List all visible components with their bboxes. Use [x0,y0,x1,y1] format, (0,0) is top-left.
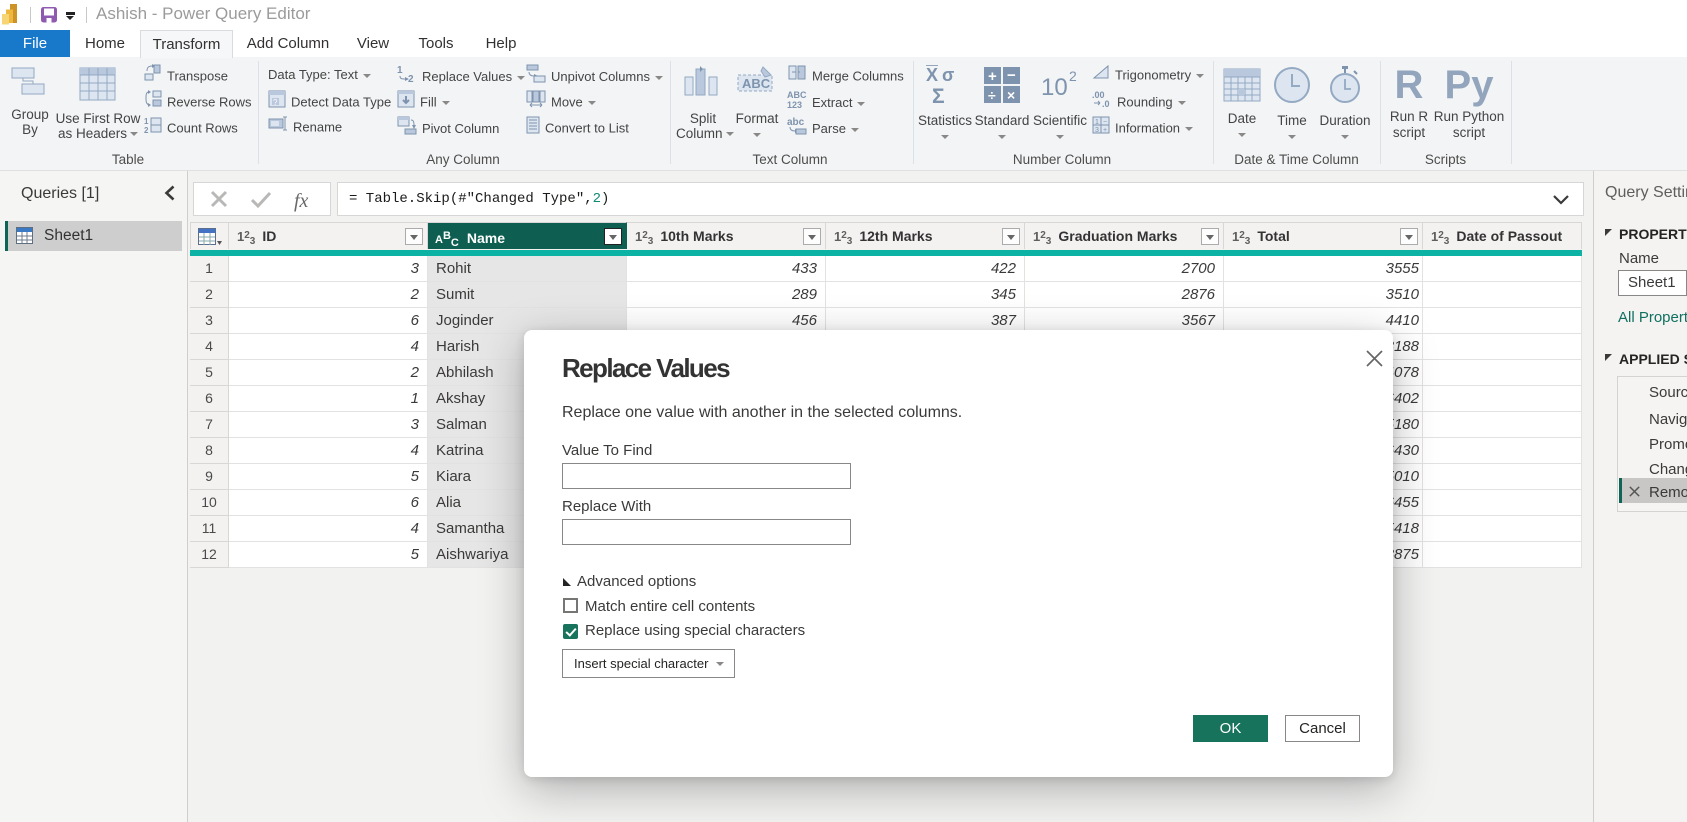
svg-text:123: 123 [787,100,802,109]
svg-text:1: 1 [144,117,149,126]
svg-text:ABC: ABC [787,90,807,100]
svg-text:2: 2 [408,74,414,83]
svg-text:10: 10 [1041,74,1068,101]
svg-text:−: − [1103,119,1107,126]
svg-text:2: 2 [144,126,149,134]
svg-text:fx: fx [294,190,309,212]
svg-text:2: 2 [1069,68,1077,84]
svg-text:×: × [1007,87,1015,103]
svg-text:1: 1 [1095,119,1099,126]
svg-text:ABC: ABC [742,76,771,91]
svg-text:?: ? [273,98,278,107]
svg-text:Σ: Σ [932,85,945,105]
svg-text:1: 1 [397,65,403,76]
svg-text:X: X [926,65,938,85]
svg-text:σ: σ [942,65,954,85]
svg-text:+: + [1103,127,1107,134]
svg-text:abc: abc [787,117,805,128]
svg-text:+: + [988,68,997,85]
svg-text:−: − [1007,67,1016,84]
svg-text:.0: .0 [1102,99,1110,108]
svg-text:÷: ÷ [988,87,996,103]
svg-text:3: 3 [1095,127,1099,134]
